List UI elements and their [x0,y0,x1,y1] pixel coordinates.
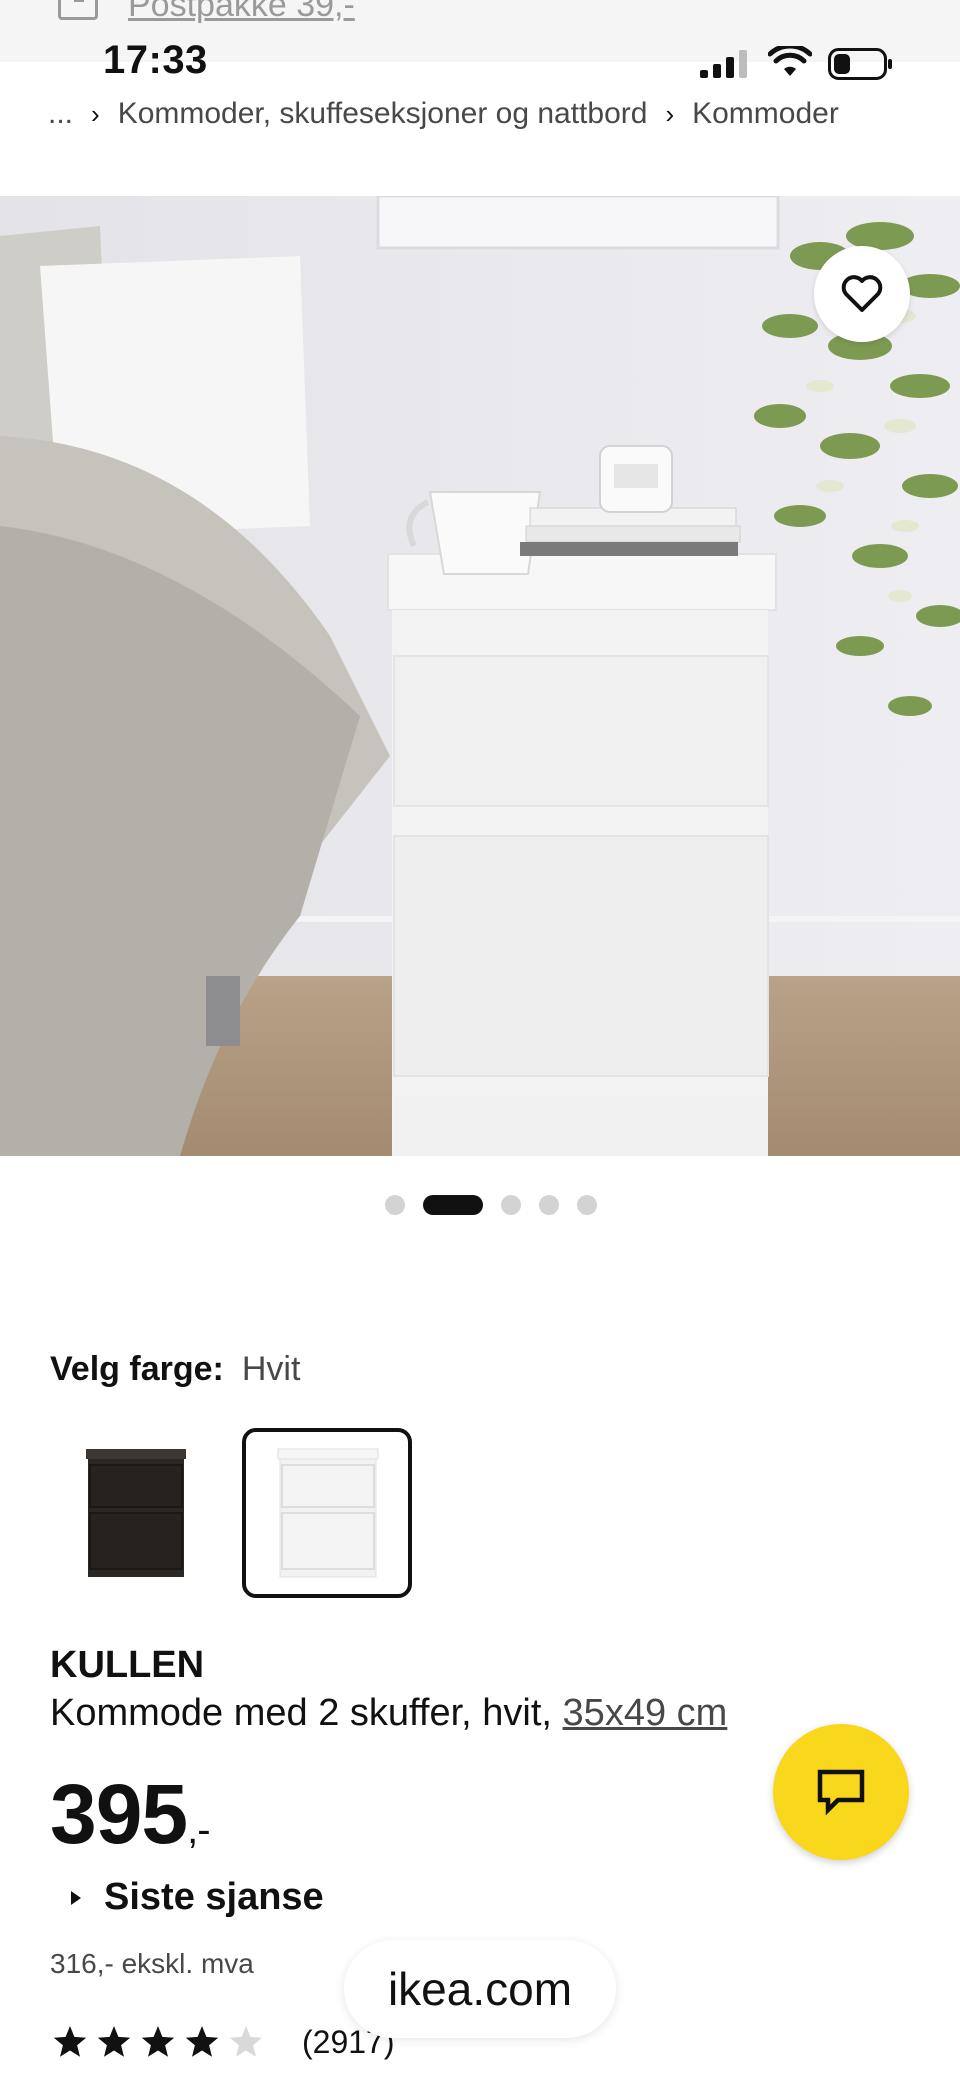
star-filled-icon [97,2026,131,2057]
carousel-dot[interactable] [577,1195,597,1215]
color-selector-label: Velg farge: Hvit [50,1350,300,1389]
banner-text[interactable]: Postpakke 39,- [128,0,355,25]
selected-color-value: Hvit [241,1350,301,1388]
wifi-icon [768,46,812,76]
price-excl-vat: 316,- ekskl. mva [50,1948,254,1979]
color-option-white[interactable] [242,1428,412,1598]
breadcrumb: ... › Kommoder, skuffeseksjoner og nattb… [48,94,839,134]
breadcrumb-ellipsis[interactable]: ... [48,97,73,131]
product-name: KULLEN [50,1644,205,1686]
carousel-indicator [0,1194,960,1216]
status-time: 17:33 [103,38,208,82]
nightstand-thumbnail-dark [86,1449,186,1577]
breadcrumb-item-category[interactable]: Kommoder, skuffeseksjoner og nattbord [118,97,648,131]
price-main: 395 [50,1767,188,1861]
favorite-button[interactable] [814,246,910,342]
color-option-black-brown[interactable] [50,1428,220,1598]
star-empty-icon [229,2026,263,2057]
carousel-dot[interactable] [501,1195,521,1215]
triangle-right-icon [71,1890,81,1905]
chevron-right-icon: › [665,98,675,129]
price-suffix: ,- [187,1808,210,1852]
product-dimensions-link[interactable]: 35x49 cm [563,1692,728,1734]
product-rating[interactable]: (2917) [50,2022,395,2062]
color-label: Velg farge: [50,1350,224,1388]
product-description-text: Kommode med 2 skuffer, hvit, [50,1692,563,1734]
star-filled-icon [141,2026,175,2057]
carousel-dot[interactable] [385,1195,405,1215]
browser-url-bar[interactable]: ikea.com [344,1940,616,2038]
package-icon [58,0,98,20]
rating-stars [53,2026,263,2057]
last-chance-toggle[interactable]: Siste sjanse [70,1876,324,1919]
product-photo-illustration [0,196,960,1156]
star-filled-icon [185,2026,219,2057]
heart-icon [841,275,883,312]
product-image[interactable] [0,196,960,1156]
chat-button[interactable] [773,1724,909,1860]
cellular-signal-icon [700,50,747,78]
star-filled-icon [53,2026,87,2057]
last-chance-label: Siste sjanse [104,1876,324,1918]
product-description: Kommode med 2 skuffer, hvit, 35x49 cm [50,1692,727,1735]
carousel-dot-active[interactable] [423,1195,483,1215]
chevron-right-icon: › [91,98,100,129]
nightstand-thumbnail-white [277,1448,379,1578]
product-price: 395,- [50,1772,211,1856]
chat-icon [817,1769,865,1816]
carousel-dot[interactable] [539,1195,559,1215]
breadcrumb-item-current[interactable]: Kommoder [692,97,839,131]
battery-icon [828,48,892,80]
